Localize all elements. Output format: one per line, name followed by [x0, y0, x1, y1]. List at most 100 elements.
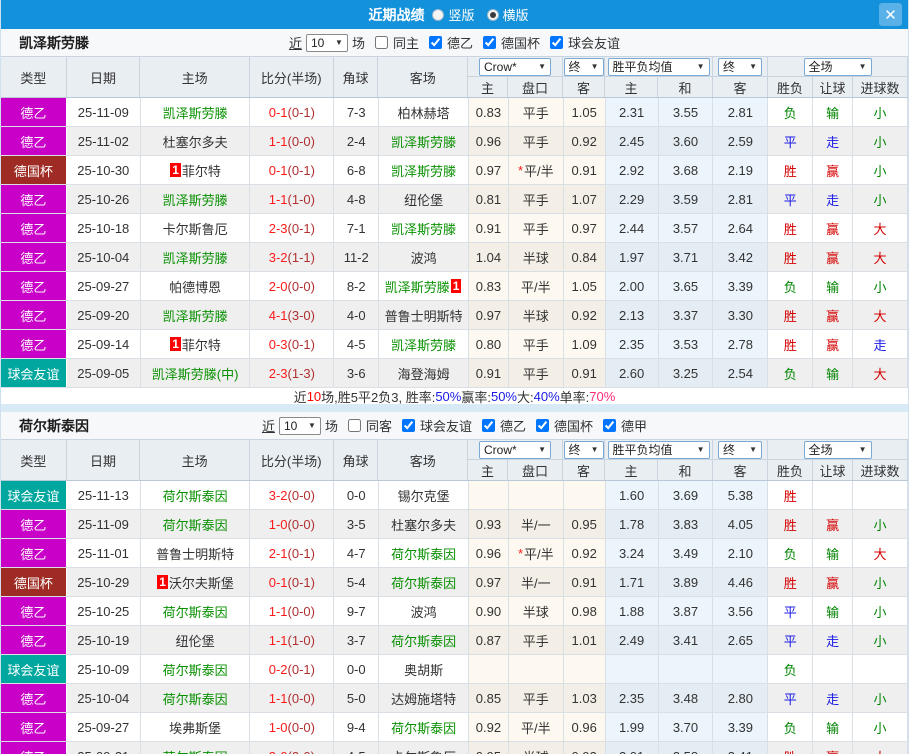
games-count-dropdown[interactable]: 10 ▼	[305, 33, 348, 52]
near-link[interactable]: 近	[262, 416, 275, 435]
avg-lose: 3.39	[713, 272, 769, 300]
avg-dropdown[interactable]: 胜平负均值 ▼	[607, 440, 710, 459]
avg-dropdown[interactable]: 胜平负均值 ▼	[607, 57, 710, 76]
final-avg-dropdown[interactable]: 终 ▼	[718, 440, 762, 459]
column-header-0: 类型	[1, 57, 67, 97]
filter-bar: 近 10 ▼ 场 同客 球会友谊 德乙 德国杯 德甲	[1, 416, 908, 435]
dropdown-header-cell: 胜平负均值 ▼	[605, 57, 713, 77]
close-icon[interactable]: ✕	[879, 3, 902, 26]
handicap-text: 平/半	[524, 546, 554, 562]
home-team: 凯泽斯劳滕	[140, 301, 251, 329]
corner-score: 6-8	[334, 156, 380, 184]
table-row: 德乙 25-10-04 荷尔斯泰因 1-1 (0-0) 5-0 达姆施塔特 0.8…	[1, 684, 908, 713]
filter-checkbox-德甲[interactable]	[603, 419, 617, 432]
column-header-1: 日期	[67, 57, 141, 97]
fulltime-score: 1-1	[268, 603, 288, 619]
filter-checkbox-球会友谊[interactable]	[550, 36, 564, 49]
full-match-dropdown[interactable]: 全场 ▼	[803, 57, 872, 76]
near-link[interactable]: 近	[289, 33, 302, 52]
avg-lose: 3.41	[713, 742, 769, 754]
corner-score: 9-7	[334, 597, 380, 625]
summary-segment: 大:	[517, 389, 534, 405]
radio-label: 竖版	[448, 8, 475, 23]
fulltime-score: 1-0	[268, 719, 288, 735]
corner-score: 9-4	[334, 713, 380, 741]
result-goals: 小	[853, 568, 908, 596]
chevron-down-icon: ▼	[590, 62, 599, 71]
handicap: * 平/半	[508, 156, 564, 184]
avg-win: 2.13	[605, 301, 659, 329]
full-match-dropdown[interactable]: 全场 ▼	[803, 440, 872, 459]
handicap	[508, 655, 564, 683]
league-badge: 德乙	[1, 626, 67, 654]
final-avg-dropdown[interactable]: 终 ▼	[718, 57, 762, 76]
halftime-score: (0-0)	[287, 278, 315, 294]
result-goals: 大	[853, 359, 908, 387]
avg-draw: 3.25	[658, 359, 714, 387]
layout-radio-horizontal[interactable]: 横版	[486, 5, 529, 24]
result-outcome: 负	[768, 539, 814, 567]
avg-lose: 3.56	[713, 597, 769, 625]
team-name: 沃尔夫斯堡	[168, 575, 234, 591]
filter-checkbox-球会友谊[interactable]	[401, 419, 415, 432]
radio-icon[interactable]	[432, 8, 445, 21]
handicap-text: 平手	[522, 633, 549, 649]
filter-checkbox-德国杯[interactable]	[483, 36, 497, 49]
result-goals: 小	[853, 156, 908, 184]
filter-checkbox-德乙[interactable]	[482, 419, 495, 432]
layout-radio-vertical[interactable]: 竖版	[432, 5, 475, 24]
league-badge: 德乙	[1, 214, 67, 242]
result-handicap	[813, 655, 854, 683]
team-name: 凯泽斯劳滕	[162, 250, 228, 266]
team-name: 波鸿	[410, 250, 437, 266]
league-badge: 德国杯	[1, 156, 67, 184]
filter-checkbox-德乙[interactable]	[429, 36, 442, 49]
filter-checkbox-同主[interactable]	[374, 36, 388, 49]
filter-checkbox-label: 球会友谊	[419, 419, 472, 434]
odds-home: 0.80	[468, 330, 509, 358]
match-date: 25-11-13	[67, 481, 141, 509]
home-team: 埃弗斯堡	[141, 713, 251, 741]
column-header-2: 主场	[140, 57, 250, 97]
odds-home: 0.83	[468, 98, 509, 126]
handicap: 平手	[508, 684, 564, 712]
filter-checkbox-德国杯[interactable]	[536, 419, 550, 432]
crow-dropdown[interactable]: Crow* ▼	[479, 440, 551, 459]
score: 3-0(2-0)	[250, 742, 335, 754]
avg-draw: 3.89	[658, 568, 714, 596]
team-name: 凯泽斯劳滕	[384, 279, 450, 295]
column-header-0: 类型	[1, 440, 67, 480]
final-odds-dropdown[interactable]: 终 ▼	[563, 57, 604, 76]
fulltime-score: 2-0	[268, 278, 288, 294]
league-badge: 德乙	[1, 98, 67, 126]
league-badge: 球会友谊	[1, 359, 67, 387]
team-name: 荷尔斯泰因	[391, 575, 457, 591]
match-date: 25-10-25	[67, 597, 141, 625]
score: 0-3 (0-1)	[250, 330, 335, 358]
result-outcome: 负	[768, 713, 814, 741]
avg-draw: 3.68	[658, 156, 714, 184]
sub-column-header: 盘口	[508, 77, 563, 97]
corner-score: 4-7	[334, 539, 380, 567]
team-name: 凯泽斯劳滕	[162, 192, 228, 208]
result-goals	[853, 655, 908, 683]
handicap: 半球	[508, 301, 564, 329]
halftime-score: (0-1)	[287, 336, 315, 352]
crow-dropdown[interactable]: Crow* ▼	[479, 57, 551, 76]
radio-icon[interactable]	[486, 8, 499, 21]
corner-score: 11-2	[334, 243, 380, 271]
odds-away: 0.84	[563, 243, 606, 271]
team-name: 荷尔斯泰因	[162, 662, 228, 678]
fulltime-score: 0-1	[268, 574, 288, 590]
result-handicap: 输	[813, 539, 854, 567]
games-count-dropdown[interactable]: 10 ▼	[278, 416, 321, 435]
score: 0-1 (0-1)	[250, 156, 335, 184]
results-table: 德乙 25-11-09 凯泽斯劳滕 0-1 (0-1) 7-3 柏林赫塔 0.83…	[1, 98, 908, 388]
corner-score: 4-8	[334, 185, 380, 213]
filter-checkbox-同客[interactable]	[347, 419, 361, 432]
avg-draw: 3.55	[658, 98, 714, 126]
handicap-text: 平手	[522, 134, 549, 150]
result-goals: 大	[853, 742, 908, 754]
sub-header-row: 主盘口客主和客胜负 让球 进球数	[468, 77, 908, 97]
final-odds-dropdown[interactable]: 终 ▼	[563, 440, 604, 459]
